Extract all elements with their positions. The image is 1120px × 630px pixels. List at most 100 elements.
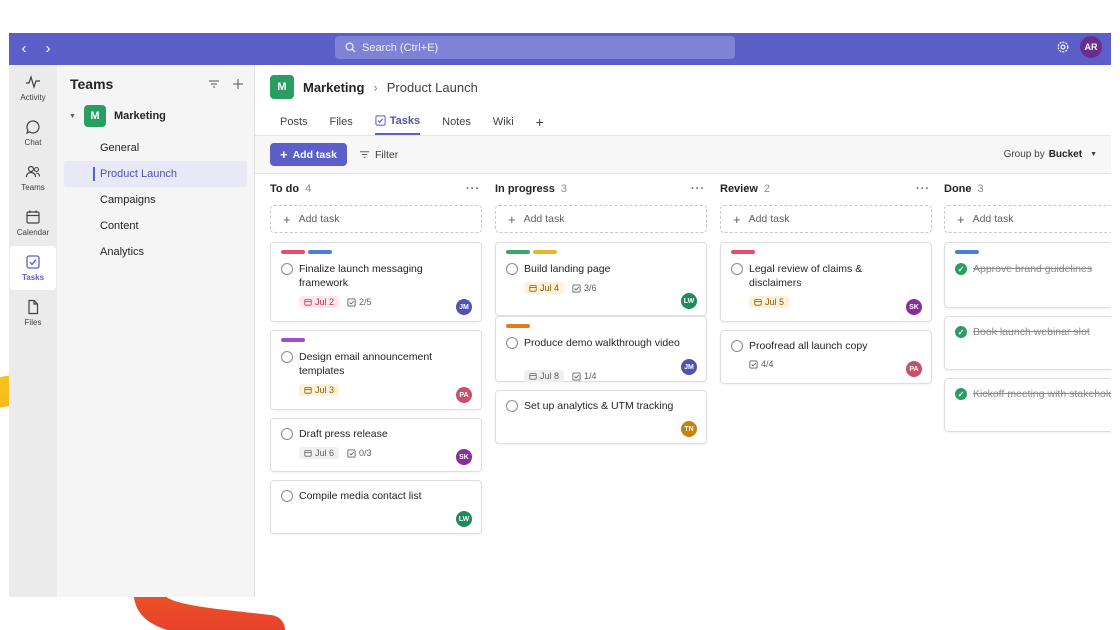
chat-icon bbox=[26, 120, 40, 135]
complete-task-checkbox[interactable] bbox=[731, 340, 743, 352]
task-card[interactable]: Set up analytics & UTM tracking TN bbox=[495, 390, 707, 444]
add-task-label: Add task bbox=[523, 213, 565, 225]
label-bar bbox=[955, 250, 979, 254]
add-task-row[interactable]: + Add task bbox=[720, 205, 932, 233]
channel-analytics[interactable]: Analytics bbox=[64, 239, 247, 265]
due-date: Jul 4 bbox=[540, 283, 560, 293]
add-task-button[interactable]: + Add task bbox=[270, 143, 347, 166]
tab-tasks[interactable]: Tasks bbox=[374, 108, 421, 135]
complete-task-checkbox[interactable] bbox=[281, 263, 293, 275]
due-date: Jul 3 bbox=[315, 385, 335, 395]
tab-wiki[interactable]: Wiki bbox=[493, 108, 514, 135]
add-tab-button[interactable]: + bbox=[536, 108, 544, 135]
plus-icon: + bbox=[733, 211, 741, 227]
caret-down-icon[interactable]: ▼ bbox=[69, 113, 76, 120]
channel-content[interactable]: Content bbox=[64, 213, 247, 239]
channel-general[interactable]: General bbox=[64, 135, 247, 161]
assignee-avatar[interactable]: PA bbox=[456, 387, 472, 403]
checklist-progress: 3/6 bbox=[572, 283, 597, 293]
more-icon[interactable]: ··· bbox=[691, 183, 705, 195]
completed-check-icon[interactable]: ✓ bbox=[955, 263, 967, 275]
completed-check-icon[interactable]: ✓ bbox=[955, 326, 967, 338]
bucket-column: To do 4 ··· + Add task Finalize launch messag… bbox=[270, 177, 482, 534]
chevron-left-icon[interactable]: ‹ bbox=[17, 41, 31, 56]
assignee-avatar[interactable]: JM bbox=[456, 299, 472, 315]
complete-task-checkbox[interactable] bbox=[506, 400, 518, 412]
main-content: M Marketing › Product Launch Posts Files… bbox=[255, 65, 1111, 597]
calendar-icon bbox=[304, 387, 312, 394]
due-date: Jul 5 bbox=[765, 297, 785, 307]
rail-item-files[interactable]: Files bbox=[10, 291, 56, 335]
rail-item-chat[interactable]: Chat bbox=[10, 111, 56, 155]
bucket-column: Review 2 ··· + Add task Legal review of claim… bbox=[720, 177, 932, 384]
rail-item-teams[interactable]: Teams bbox=[10, 156, 56, 200]
tab-posts[interactable]: Posts bbox=[280, 108, 308, 135]
team-marketing[interactable]: ▼ M Marketing bbox=[57, 103, 254, 129]
bucket-count: 3 bbox=[977, 183, 984, 195]
complete-task-checkbox[interactable] bbox=[731, 263, 743, 275]
task-card[interactable]: Compile media contact list LW bbox=[270, 480, 482, 534]
filter-button[interactable]: Filter bbox=[359, 149, 398, 161]
breadcrumb-team[interactable]: Marketing bbox=[303, 80, 364, 95]
rail-label: Activity bbox=[20, 93, 46, 102]
assignee-avatar[interactable]: PA bbox=[906, 361, 922, 377]
task-card[interactable]: ✓ Kickoff meeting with stakeholders bbox=[944, 378, 1111, 432]
filter-icon[interactable] bbox=[208, 78, 220, 90]
completed-check-icon[interactable]: ✓ bbox=[955, 388, 967, 400]
tab-notes[interactable]: Notes bbox=[442, 108, 471, 135]
label-bars bbox=[731, 250, 755, 254]
complete-task-checkbox[interactable] bbox=[281, 428, 293, 440]
label-bar bbox=[308, 250, 332, 254]
due-date-badge: Jul 8 bbox=[524, 370, 565, 382]
task-card[interactable]: Finalize launch messaging framework Jul 2… bbox=[270, 242, 482, 322]
chevron-right-icon[interactable]: › bbox=[41, 41, 55, 56]
add-task-row[interactable]: + Add task bbox=[270, 205, 482, 233]
more-icon[interactable]: ··· bbox=[916, 183, 930, 195]
assignee-avatar[interactable]: SK bbox=[906, 299, 922, 315]
more-icon[interactable]: ··· bbox=[466, 183, 480, 195]
task-card[interactable]: Draft press release Jul 6 0/3 SK bbox=[270, 418, 482, 472]
complete-task-checkbox[interactable] bbox=[281, 490, 293, 502]
task-title: Set up analytics & UTM tracking bbox=[524, 400, 674, 412]
complete-task-checkbox[interactable] bbox=[281, 351, 293, 363]
complete-task-checkbox[interactable] bbox=[506, 263, 518, 275]
rail-item-activity[interactable]: Activity bbox=[10, 66, 56, 110]
task-card[interactable]: Legal review of claims & disclaimers Jul … bbox=[720, 242, 932, 322]
task-card[interactable]: ✓ Approve brand guidelines bbox=[944, 242, 1111, 308]
assignee-avatar[interactable]: TN bbox=[681, 421, 697, 437]
user-avatar[interactable]: AR bbox=[1080, 36, 1102, 58]
bucket-name: Done bbox=[944, 183, 972, 195]
task-card[interactable]: Build landing page Jul 4 3/6 LW bbox=[495, 242, 707, 316]
rail-item-tasks[interactable]: Tasks bbox=[10, 246, 56, 290]
task-card[interactable]: Produce demo walkthrough video Jul 8 1/4 JM bbox=[495, 316, 707, 382]
label-bars bbox=[955, 250, 979, 254]
task-card[interactable]: Proofread all launch copy 4/4 PA bbox=[720, 330, 932, 384]
bucket-column: In progress 3 ··· + Add task Build landing pa… bbox=[495, 177, 707, 444]
tab-files[interactable]: Files bbox=[330, 108, 353, 135]
plus-icon: + bbox=[283, 211, 291, 227]
assignee-avatar[interactable]: LW bbox=[681, 293, 697, 309]
search-input[interactable]: Search (Ctrl+E) bbox=[335, 36, 735, 59]
complete-task-checkbox[interactable] bbox=[506, 337, 518, 349]
bucket-count: 4 bbox=[305, 183, 312, 195]
tasks-icon bbox=[375, 115, 386, 126]
group-by-dropdown[interactable]: Group by Bucket ▼ bbox=[1004, 149, 1097, 160]
add-icon[interactable] bbox=[232, 78, 244, 90]
bucket-header: To do 4 ··· bbox=[270, 177, 482, 201]
gear-icon[interactable] bbox=[1056, 40, 1070, 54]
rail-label: Calendar bbox=[16, 228, 50, 237]
rail-item-calendar[interactable]: Calendar bbox=[10, 201, 56, 245]
task-meta: Jul 6 0/3 bbox=[299, 447, 372, 459]
channel-campaigns[interactable]: Campaigns bbox=[64, 187, 247, 213]
add-task-row[interactable]: + Add task bbox=[944, 205, 1111, 233]
add-task-label: Add task bbox=[748, 213, 790, 225]
channel-product-launch[interactable]: Product Launch bbox=[64, 161, 247, 187]
add-task-row[interactable]: + Add task bbox=[495, 205, 707, 233]
assignee-avatar[interactable]: JM bbox=[681, 359, 697, 375]
task-card[interactable]: Design email announcement templates Jul 3… bbox=[270, 330, 482, 410]
assignee-avatar[interactable]: LW bbox=[456, 511, 472, 527]
task-card[interactable]: ✓ Book launch webinar slot bbox=[944, 316, 1111, 370]
task-title: Build landing page bbox=[524, 263, 611, 275]
task-meta: 4/4 bbox=[749, 359, 774, 369]
assignee-avatar[interactable]: SK bbox=[456, 449, 472, 465]
